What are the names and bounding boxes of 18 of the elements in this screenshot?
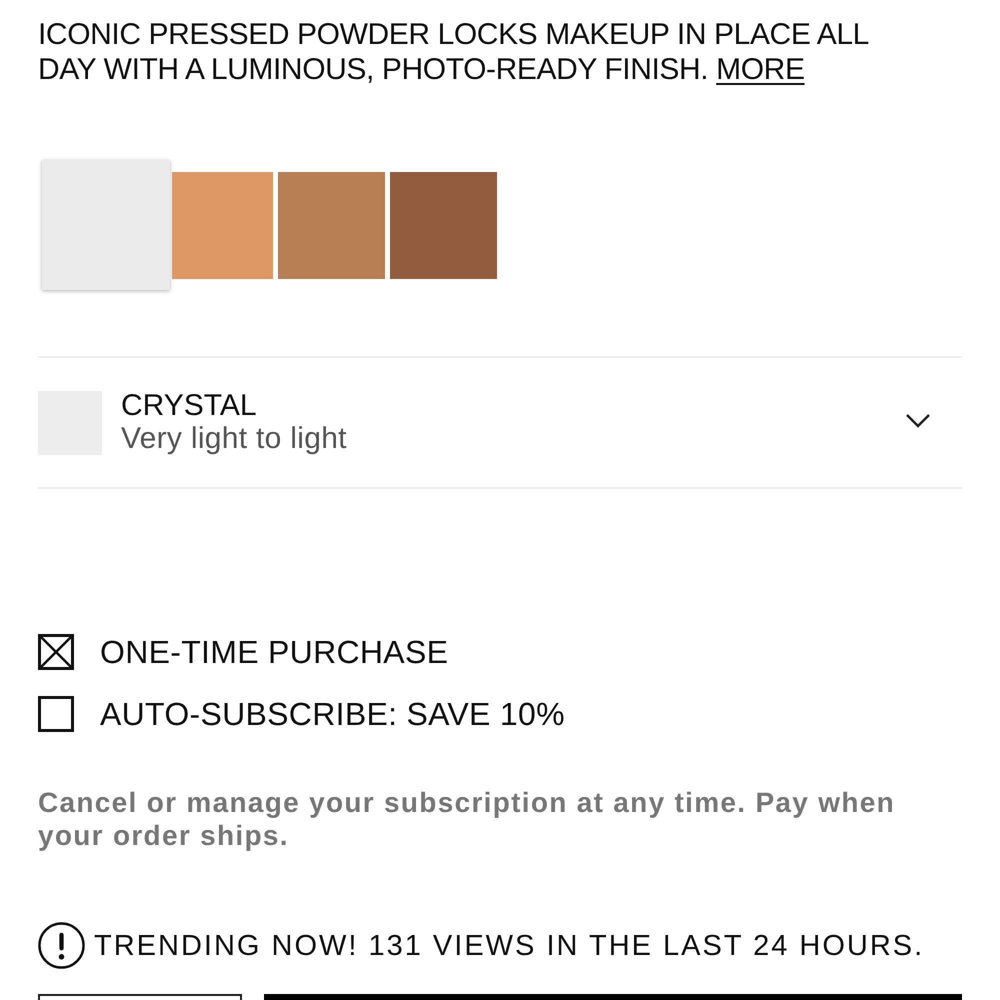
- shade-description: Very light to light: [121, 422, 347, 456]
- trending-message: TRENDING NOW! 131 VIEWS IN THE LAST 24 HOURS.: [94, 928, 924, 962]
- shade-swatch[interactable]: [390, 172, 497, 278]
- cut-off-button[interactable]: [264, 994, 962, 1000]
- shade-swatch[interactable]: [278, 172, 385, 278]
- checkbox[interactable]: [38, 634, 74, 670]
- chevron-icon[interactable]: [906, 414, 930, 428]
- shade-swatch[interactable]: [172, 172, 273, 278]
- subscription-note: Cancel or manage your subscription at any time. Pay when your order ships.: [38, 786, 896, 852]
- shade-swatch[interactable]: [42, 160, 170, 290]
- more-link[interactable]: MORE: [716, 53, 805, 86]
- checkbox[interactable]: [38, 696, 74, 732]
- shade-name: CRYSTAL: [121, 390, 257, 422]
- option-label[interactable]: AUTO-SUBSCRIBE: SAVE 10%: [100, 696, 565, 732]
- exclamation-circle-icon: [38, 922, 85, 969]
- option-label[interactable]: ONE-TIME PURCHASE: [100, 634, 448, 670]
- product-description: ICONIC PRESSED POWDER LOCKS MAKEUP IN PLACE ALL DAY WITH A LUMINOUS, PHOTO-READY FINISH. MORE: [38, 17, 870, 87]
- cut-off-field[interactable]: [38, 994, 242, 1000]
